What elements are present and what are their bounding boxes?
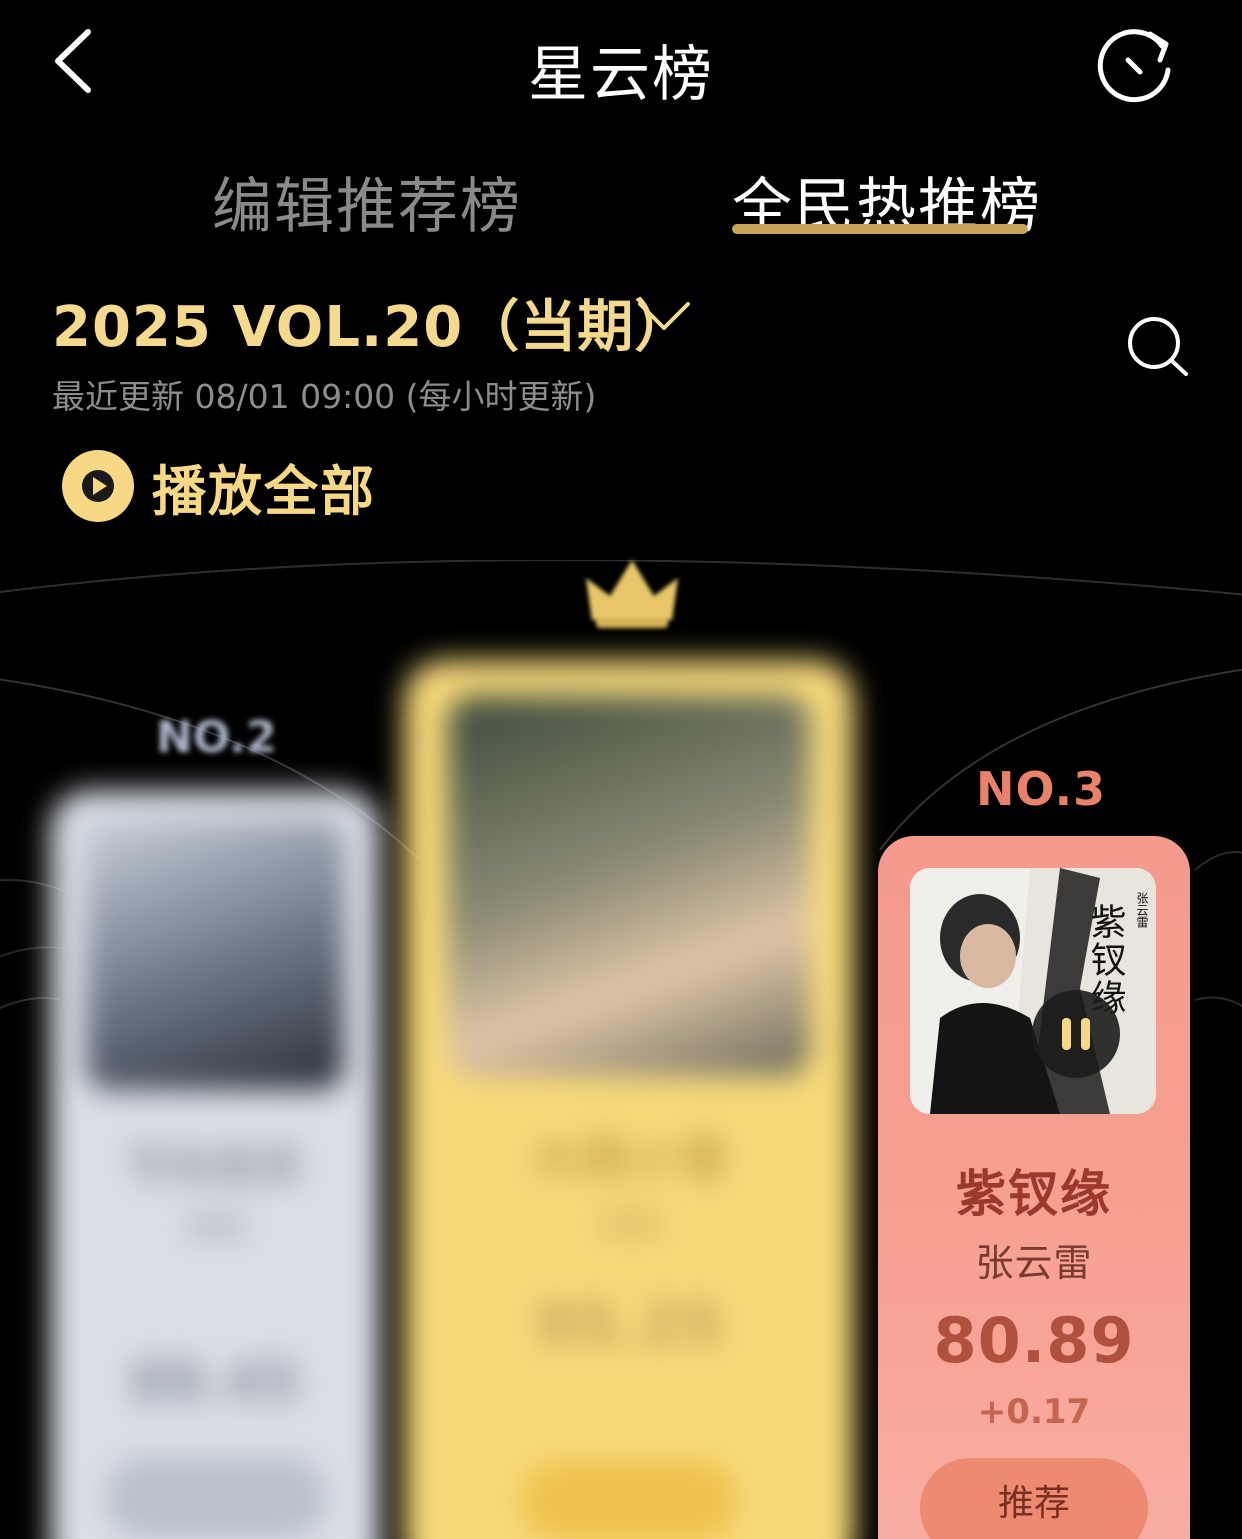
period-selector[interactable]: 2025 VOL.20（当期） [52,282,691,363]
rank1-artist: 未知 [596,1206,661,1244]
rank2-label: NO.2 [156,712,277,763]
rank2-artist: 未知 [185,1210,245,1245]
rank1-recommend-button[interactable] [520,1460,738,1539]
page-title: 星云榜 [528,40,714,110]
refresh-button[interactable] [1094,24,1180,104]
play-icon [62,450,134,522]
rank3-cover-subtext: 张云雷 [1135,892,1149,929]
rank3-title: 紫钗缘 [956,1165,1112,1223]
rank1-cover [448,696,810,1076]
rank3-label: NO.3 [976,762,1107,816]
active-tab-indicator [732,224,1028,234]
rank2-card[interactable]: 写给星辰 未知 88.45 [50,790,380,1539]
rank2-score: 88.45 [129,1350,301,1413]
rank1-card[interactable]: 大雨小雪 未知 95.25 [404,660,854,1539]
chevron-down-icon[interactable] [636,296,692,336]
rank2-cover [86,820,344,1090]
rank2-title: 写给星辰 [127,1141,303,1192]
rank3-score-delta: +0.17 [977,1392,1091,1432]
update-time: 最近更新 08/01 09:00 (每小时更新) [52,377,597,416]
rank2-recommend-button[interactable] [106,1458,326,1538]
crown-icon [586,560,678,628]
rank1-score: 95.25 [534,1290,724,1360]
rank3-card[interactable]: 紫钗缘 张云雷 紫钗缘 张云雷 80.89 +0.17 推荐 [878,836,1190,1539]
rank3-artist: 张云雷 [975,1241,1093,1285]
refresh-icon [1097,29,1171,103]
rank3-recommend-button[interactable]: 推荐 [920,1458,1148,1539]
play-all-button[interactable]: 播放全部 [62,448,376,524]
play-all-label: 播放全部 [152,459,376,523]
rank3-score: 80.89 [933,1304,1135,1377]
rank3-cover[interactable]: 紫钗缘 张云雷 [910,868,1156,1114]
search-icon [1128,317,1188,376]
rank1-title: 大雨小雪 [529,1131,729,1189]
tab-editor-recommend[interactable]: 编辑推荐榜 [212,158,522,245]
search-button[interactable] [1124,314,1192,380]
pause-icon[interactable] [1030,988,1122,1080]
